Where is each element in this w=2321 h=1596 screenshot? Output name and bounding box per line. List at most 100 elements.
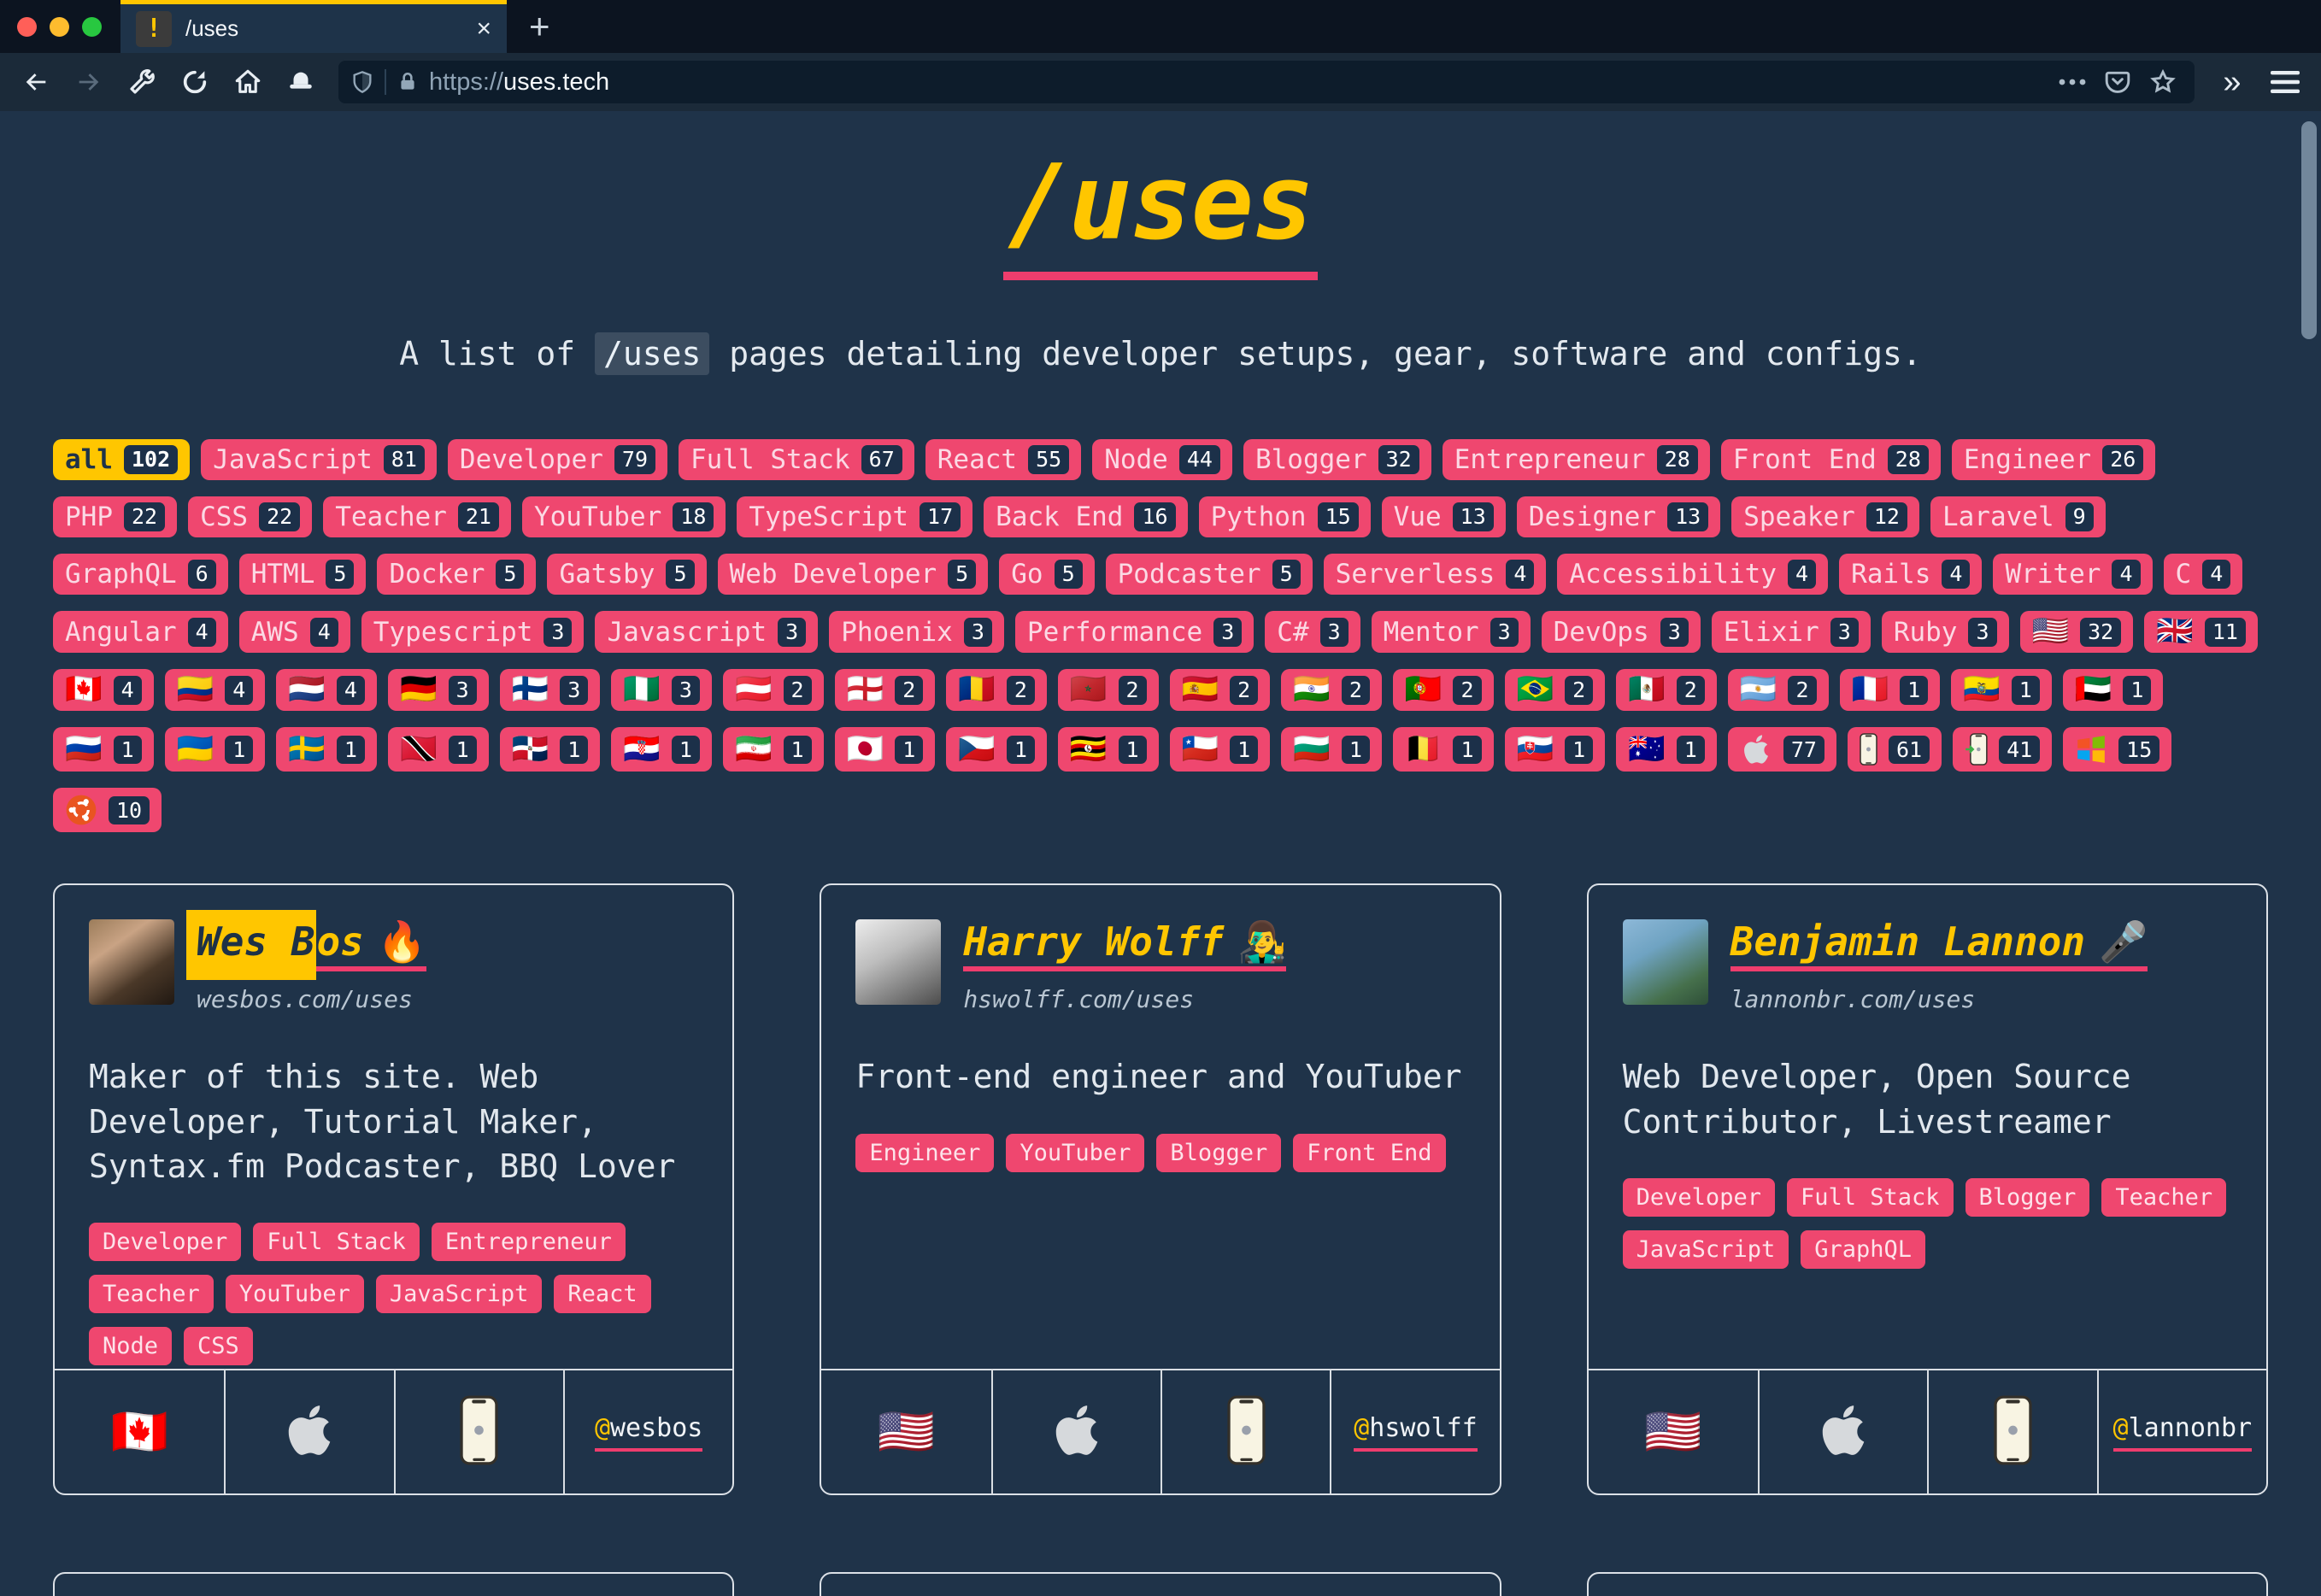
- filter-tag-flag-argentina[interactable]: 🇦🇷2: [1728, 669, 1829, 711]
- filter-tag-python[interactable]: Python15: [1199, 496, 1371, 537]
- minimize-window-button[interactable]: [50, 17, 69, 37]
- filter-tag-accessibility[interactable]: Accessibility4: [1557, 554, 1828, 595]
- filter-tag-flag-england[interactable]: 🏴󠁧󠁢󠁥󠁮󠁧󠁿2: [835, 669, 936, 711]
- tab-close-icon[interactable]: ×: [476, 15, 491, 44]
- filter-tag-flag-trinidad-tobago[interactable]: 🇹🇹1: [388, 727, 489, 772]
- profile-tag-teacher[interactable]: Teacher: [2101, 1178, 2226, 1217]
- forward-button[interactable]: [65, 60, 113, 104]
- filter-tag-windows[interactable]: 15: [2063, 727, 2171, 772]
- filter-tag-flag-netherlands[interactable]: 🇳🇱4: [276, 669, 377, 711]
- filter-tag-aws[interactable]: AWS4: [239, 611, 350, 653]
- filter-tag-flag-slovakia[interactable]: 🇸🇰1: [1505, 727, 1606, 772]
- filter-tag-writer[interactable]: Writer4: [1993, 554, 2152, 595]
- filter-tag-gatsby[interactable]: Gatsby5: [547, 554, 706, 595]
- filter-tag-flag-united-states[interactable]: 🇺🇸32: [2020, 611, 2134, 653]
- filter-tag-flag-spain[interactable]: 🇪🇸2: [1170, 669, 1271, 711]
- tracking-protection-shield-icon[interactable]: [350, 69, 374, 95]
- profile-tag-engineer[interactable]: Engineer: [855, 1134, 994, 1172]
- filter-tag-flag-portugal[interactable]: 🇵🇹2: [1393, 669, 1494, 711]
- filter-tag-go[interactable]: Go5: [999, 554, 1094, 595]
- close-window-button[interactable]: [17, 17, 37, 37]
- overflow-menu-button[interactable]: »: [2208, 60, 2256, 104]
- filter-tag-flag-brazil[interactable]: 🇧🇷2: [1505, 669, 1606, 711]
- profile-tag-blogger[interactable]: Blogger: [1966, 1178, 2090, 1217]
- filter-tag-typescript[interactable]: TypeScript17: [737, 496, 972, 537]
- filter-tag-serverless[interactable]: Serverless4: [1324, 554, 1547, 595]
- filter-tag-flag-finland[interactable]: 🇫🇮3: [500, 669, 601, 711]
- profile-tag-react[interactable]: React: [554, 1275, 650, 1313]
- filter-tag-flag-germany[interactable]: 🇩🇪3: [388, 669, 489, 711]
- filter-tag-css[interactable]: CSS22: [188, 496, 312, 537]
- lock-icon[interactable]: [397, 70, 419, 94]
- filter-tag-flag-united-kingdom[interactable]: 🇬🇧11: [2144, 611, 2258, 653]
- filter-tag-flag-uganda[interactable]: 🇺🇬1: [1058, 727, 1159, 772]
- hamburger-menu-button[interactable]: [2261, 60, 2309, 104]
- filter-tag-graphql[interactable]: GraphQL6: [53, 554, 228, 595]
- url-text[interactable]: https://uses.tech: [429, 68, 2058, 97]
- profile-tag-youtuber[interactable]: YouTuber: [226, 1275, 364, 1313]
- filter-tag-ruby[interactable]: Ruby3: [1882, 611, 2009, 653]
- bookmark-star-icon[interactable]: [2148, 67, 2177, 97]
- filter-tag-flag-croatia[interactable]: 🇭🇷1: [611, 727, 712, 772]
- filter-tag-iphone[interactable]: 61: [1848, 727, 1942, 772]
- home-button[interactable]: [224, 60, 272, 104]
- address-bar[interactable]: https://uses.tech: [338, 61, 2195, 103]
- filter-tag-full-stack[interactable]: Full Stack67: [679, 439, 914, 480]
- filter-tag-ubuntu[interactable]: 10: [53, 788, 162, 832]
- filter-tag-designer[interactable]: Designer13: [1517, 496, 1720, 537]
- filter-tag-node[interactable]: Node44: [1092, 439, 1232, 480]
- filter-tag-flag-belgium[interactable]: 🇧🇪1: [1393, 727, 1494, 772]
- profile-tag-css[interactable]: CSS: [184, 1327, 253, 1365]
- profile-tag-javascript[interactable]: JavaScript: [376, 1275, 543, 1313]
- profile-tag-front-end[interactable]: Front End: [1293, 1134, 1445, 1172]
- filter-tag-devops[interactable]: DevOps3: [1542, 611, 1701, 653]
- filter-tag-react[interactable]: React55: [925, 439, 1081, 480]
- filter-tag-flag-chile[interactable]: 🇨🇱1: [1170, 727, 1271, 772]
- filter-tag-speaker[interactable]: Speaker12: [1731, 496, 1919, 537]
- filter-tag-developer[interactable]: Developer79: [448, 439, 667, 480]
- wrench-button[interactable]: [118, 60, 166, 104]
- filter-tag-performance[interactable]: Performance3: [1015, 611, 1254, 653]
- filter-tag-c[interactable]: C4: [2164, 554, 2243, 595]
- filter-tag-phone-arrow[interactable]: 41: [1953, 727, 2052, 772]
- profile-tag-teacher[interactable]: Teacher: [89, 1275, 214, 1313]
- profile-tag-entrepreneur[interactable]: Entrepreneur: [432, 1223, 626, 1261]
- reload-button[interactable]: [171, 60, 219, 104]
- new-tab-button[interactable]: +: [507, 0, 573, 53]
- filter-tag-vue[interactable]: Vue13: [1382, 496, 1506, 537]
- filter-tag-flag-india[interactable]: 🇮🇳2: [1281, 669, 1382, 711]
- filter-tag-javascript-alt[interactable]: Javascript3: [595, 611, 818, 653]
- filter-tag-flag-colombia[interactable]: 🇨🇴4: [165, 669, 266, 711]
- filter-tag-flag-japan[interactable]: 🇯🇵1: [835, 727, 936, 772]
- filter-tag-blogger[interactable]: Blogger32: [1243, 439, 1431, 480]
- filter-tag-engineer[interactable]: Engineer26: [1952, 439, 2155, 480]
- profile-name-link-wes-bos[interactable]: Wes Bos 🔥: [197, 919, 426, 975]
- filter-tag-flag-france[interactable]: 🇫🇷1: [1840, 669, 1941, 711]
- browser-tab[interactable]: ! /uses ×: [120, 0, 507, 53]
- filter-tag-apple-logo[interactable]: 77: [1728, 727, 1836, 772]
- filter-tag-all[interactable]: all102: [53, 439, 190, 480]
- filter-tag-flag-sweden[interactable]: 🇸🇪1: [276, 727, 377, 772]
- profile-tag-full-stack[interactable]: Full Stack: [253, 1223, 420, 1261]
- filter-tag-flag-australia[interactable]: 🇦🇺1: [1616, 727, 1717, 772]
- filter-tag-docker[interactable]: Docker5: [377, 554, 536, 595]
- filter-tag-flag-romania[interactable]: 🇷🇴2: [946, 669, 1047, 711]
- filter-tag-flag-iran[interactable]: 🇮🇷1: [723, 727, 824, 772]
- profile-tag-developer[interactable]: Developer: [1623, 1178, 1775, 1217]
- filter-tag-flag-canada[interactable]: 🇨🇦4: [53, 669, 154, 711]
- filter-tag-teacher[interactable]: Teacher21: [323, 496, 511, 537]
- back-button[interactable]: [12, 60, 60, 104]
- filter-tag-podcaster[interactable]: Podcaster5: [1106, 554, 1313, 595]
- filter-tag-flag-bulgaria[interactable]: 🇧🇬1: [1281, 727, 1382, 772]
- filter-tag-flag-ecuador[interactable]: 🇪🇨1: [1951, 669, 2052, 711]
- hat-extension-button[interactable]: [277, 60, 325, 104]
- profile-tag-full-stack[interactable]: Full Stack: [1787, 1178, 1954, 1217]
- filter-tag-flag-russia[interactable]: 🇷🇺1: [53, 727, 154, 772]
- filter-tag-flag-dominican-republic[interactable]: 🇩🇴1: [500, 727, 601, 772]
- filter-tag-javascript[interactable]: JavaScript81: [201, 439, 437, 480]
- filter-tag-html[interactable]: HTML5: [239, 554, 367, 595]
- profile-name-link-benjamin-lannon[interactable]: Benjamin Lannon 🎤: [1730, 919, 2148, 975]
- page-actions-icon[interactable]: [2058, 77, 2087, 87]
- filter-tag-rails[interactable]: Rails4: [1839, 554, 1982, 595]
- twitter-handle-link-wes-bos[interactable]: @wesbos: [595, 1413, 702, 1452]
